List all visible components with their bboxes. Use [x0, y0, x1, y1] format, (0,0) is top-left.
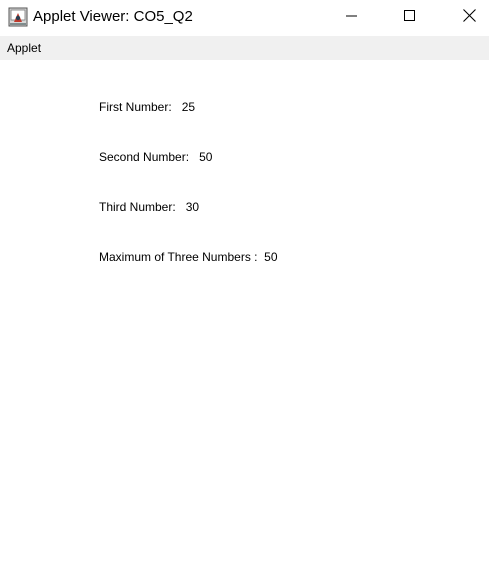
window-title: Applet Viewer: CO5_Q2	[33, 8, 193, 25]
maximum-line: Maximum of Three Numbers : 50	[99, 250, 278, 264]
maximize-button[interactable]	[387, 0, 433, 35]
applet-canvas: First Number: 25 Second Number: 50 Third…	[0, 60, 489, 565]
menu-bar: Applet	[0, 36, 489, 60]
first-number-label: First Number:	[99, 100, 172, 114]
close-icon	[462, 8, 476, 27]
maximize-icon	[404, 9, 416, 27]
first-number-line: First Number: 25	[99, 100, 195, 114]
minimize-icon	[346, 9, 358, 27]
second-number-label: Second Number:	[99, 150, 190, 164]
third-number-value: 30	[185, 200, 200, 214]
applet-viewer-window: Applet Viewer: CO5_Q2 Applet First Numbe…	[0, 0, 489, 565]
third-number-label: Third Number:	[99, 200, 176, 214]
second-number-value: 50	[199, 150, 213, 164]
menu-applet[interactable]: Applet	[7, 41, 41, 55]
maximum-label: Maximum of Three Numbers :	[99, 250, 258, 264]
minimize-button[interactable]	[329, 0, 375, 35]
java-applet-icon[interactable]	[8, 7, 28, 27]
close-button[interactable]	[446, 0, 489, 35]
third-number-line: Third Number: 30	[99, 200, 199, 214]
second-number-line: Second Number: 50	[99, 150, 212, 164]
maximum-value: 50	[264, 250, 278, 264]
first-number-value: 25	[181, 100, 196, 114]
title-bar[interactable]: Applet Viewer: CO5_Q2	[0, 0, 489, 35]
